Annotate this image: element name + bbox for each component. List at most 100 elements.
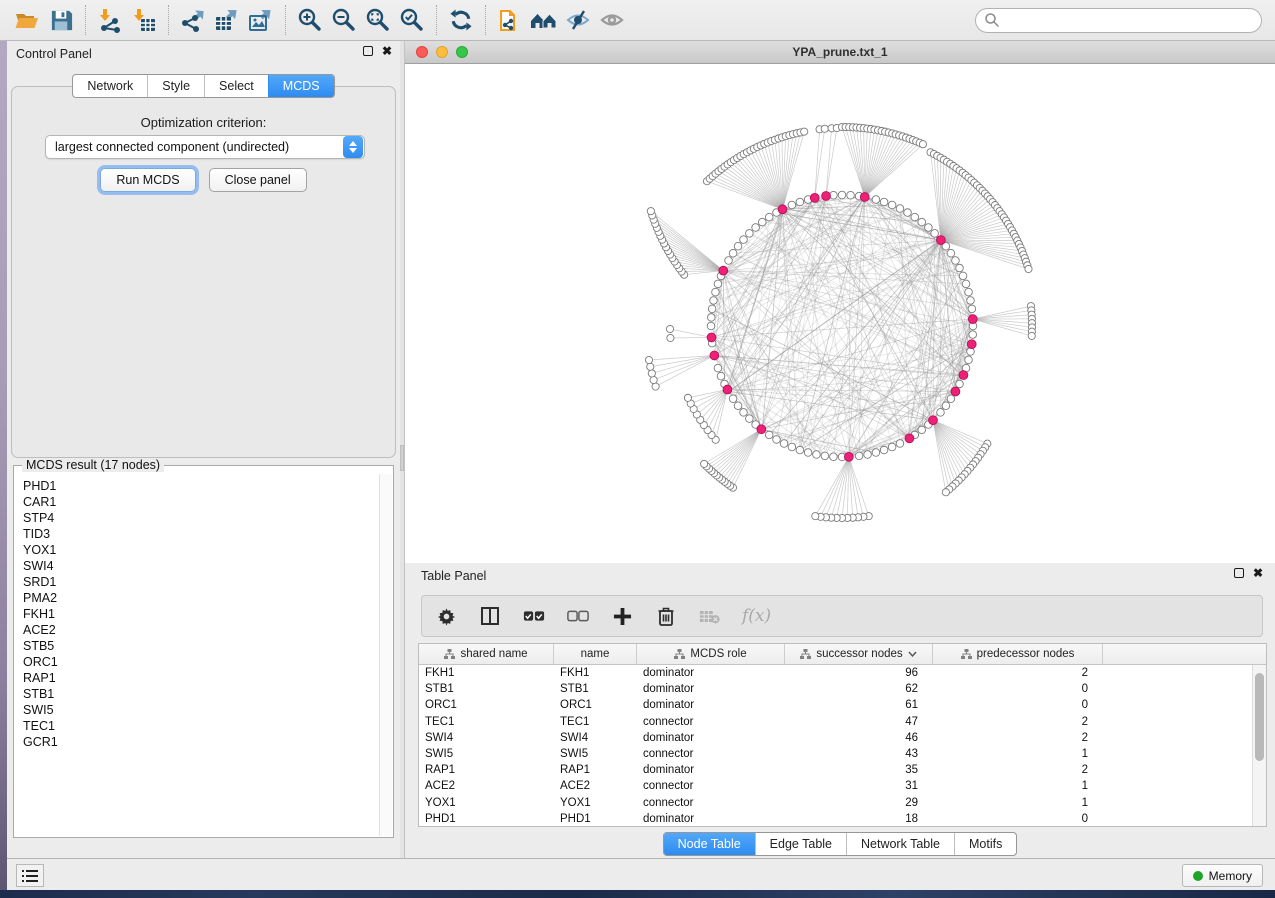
network-node[interactable] [969,331,977,339]
cell-shared-name[interactable]: FKH1 [419,667,554,679]
column-header-successor-nodes[interactable]: successor nodes [785,644,933,664]
select-all-button[interactable] [522,604,546,628]
cell-predecessor-nodes[interactable]: 0 [933,699,1103,711]
network-node[interactable] [956,264,964,272]
network-node[interactable] [765,213,773,221]
home-button[interactable] [527,4,561,36]
show-all-button[interactable] [595,4,629,36]
network-hub-node[interactable] [968,315,977,324]
mcds-result-item[interactable]: GCR1 [23,734,379,750]
cell-name[interactable]: STB1 [554,683,637,695]
float-panel-icon[interactable] [363,46,373,56]
network-node[interactable] [796,446,804,454]
cell-shared-name[interactable]: STB1 [419,683,554,695]
search-box[interactable] [975,8,1262,33]
network-node[interactable] [947,395,955,403]
network-node[interactable] [965,288,973,296]
cell-successor-nodes[interactable]: 46 [785,732,933,744]
network-hub-node[interactable] [707,333,716,342]
network-leaf-node[interactable] [650,376,657,383]
mcds-result-item[interactable]: ACE2 [23,622,379,638]
zoom-in-button[interactable] [293,4,327,36]
import-table-button[interactable] [127,4,161,36]
network-node[interactable] [707,322,715,330]
network-leaf-node[interactable] [801,128,808,135]
mcds-result-item[interactable]: TID3 [23,526,379,542]
export-network-button[interactable] [176,4,210,36]
mcds-result-item[interactable]: TEC1 [23,718,379,734]
network-leaf-node[interactable] [812,513,819,520]
cell-shared-name[interactable]: ORC1 [419,699,554,711]
network-nodes[interactable] [645,123,1035,521]
cell-name[interactable]: ACE2 [554,780,637,792]
network-leaf-node[interactable] [701,460,708,467]
network-node[interactable] [847,191,855,199]
cell-mcds-role[interactable]: connector [637,716,785,728]
network-leaf-node[interactable] [942,489,949,496]
network-hub-node[interactable] [860,193,869,202]
import-network-button[interactable] [93,4,127,36]
cell-mcds-role[interactable]: dominator [637,813,785,825]
cell-shared-name[interactable]: ACE2 [419,780,554,792]
network-node[interactable] [788,443,796,451]
table-row[interactable]: ORC1ORC1dominator610 [419,697,1252,713]
network-hub-node[interactable] [905,434,914,443]
network-node[interactable] [959,272,967,280]
network-node[interactable] [872,449,880,457]
cell-shared-name[interactable]: TEC1 [419,716,554,728]
hide-selected-button[interactable] [561,4,595,36]
cell-mcds-role[interactable]: connector [637,797,785,809]
cell-predecessor-nodes[interactable]: 2 [933,764,1103,776]
cell-successor-nodes[interactable]: 18 [785,813,933,825]
network-node[interactable] [712,288,720,296]
column-header-predecessor-nodes[interactable]: predecessor nodes [933,644,1103,664]
network-hub-node[interactable] [959,371,968,380]
table-row[interactable]: SWI5SWI5connector431 [419,746,1252,762]
network-hub-node[interactable] [757,425,766,434]
task-history-button[interactable] [16,864,44,887]
cell-successor-nodes[interactable]: 62 [785,683,933,695]
table-row[interactable]: FKH1FKH1dominator962 [419,665,1252,681]
network-node[interactable] [855,452,863,460]
network-node[interactable] [725,257,733,265]
table-options-button[interactable] [434,604,458,628]
close-table-panel-icon[interactable]: ✖ [1253,568,1263,578]
network-leaf-node[interactable] [652,383,659,390]
column-header-shared-name[interactable]: shared name [419,644,554,664]
table-row[interactable]: YOX1YOX1connector291 [419,795,1252,811]
tab-mcds[interactable]: MCDS [268,75,334,97]
table-row[interactable]: TEC1TEC1connector472 [419,714,1252,730]
network-hub-node[interactable] [844,452,853,461]
add-column-button[interactable] [610,604,634,628]
network-hub-node[interactable] [936,236,945,245]
delete-table-button[interactable] [698,604,722,628]
network-leaf-node[interactable] [684,394,691,401]
network-node[interactable] [888,201,896,209]
cell-name[interactable]: TEC1 [554,716,637,728]
network-node[interactable] [968,305,976,313]
cell-successor-nodes[interactable]: 35 [785,764,933,776]
close-panel-icon[interactable]: ✖ [382,46,392,56]
network-node[interactable] [947,249,955,257]
cell-successor-nodes[interactable]: 29 [785,797,933,809]
network-node[interactable] [714,364,722,372]
cell-mcds-role[interactable]: dominator [637,667,785,679]
mcds-result-item[interactable]: YOX1 [23,542,379,558]
table-row[interactable]: RAP1RAP1dominator352 [419,762,1252,778]
cell-mcds-role[interactable]: connector [637,780,785,792]
cell-name[interactable]: PHD1 [554,813,637,825]
cell-name[interactable]: SWI5 [554,748,637,760]
network-node[interactable] [710,297,718,305]
network-node[interactable] [729,395,737,403]
network-hub-node[interactable] [719,266,728,275]
cell-successor-nodes[interactable]: 43 [785,748,933,760]
network-graph[interactable] [405,64,1275,563]
network-node[interactable] [965,356,973,364]
network-node[interactable] [838,191,846,199]
tab-edge-table[interactable]: Edge Table [755,833,846,855]
table-row[interactable]: ACE2ACE2connector311 [419,778,1252,794]
network-node[interactable] [918,218,926,226]
network-node[interactable] [872,196,880,204]
network-node[interactable] [911,213,919,221]
network-leaf-node[interactable] [647,208,654,215]
